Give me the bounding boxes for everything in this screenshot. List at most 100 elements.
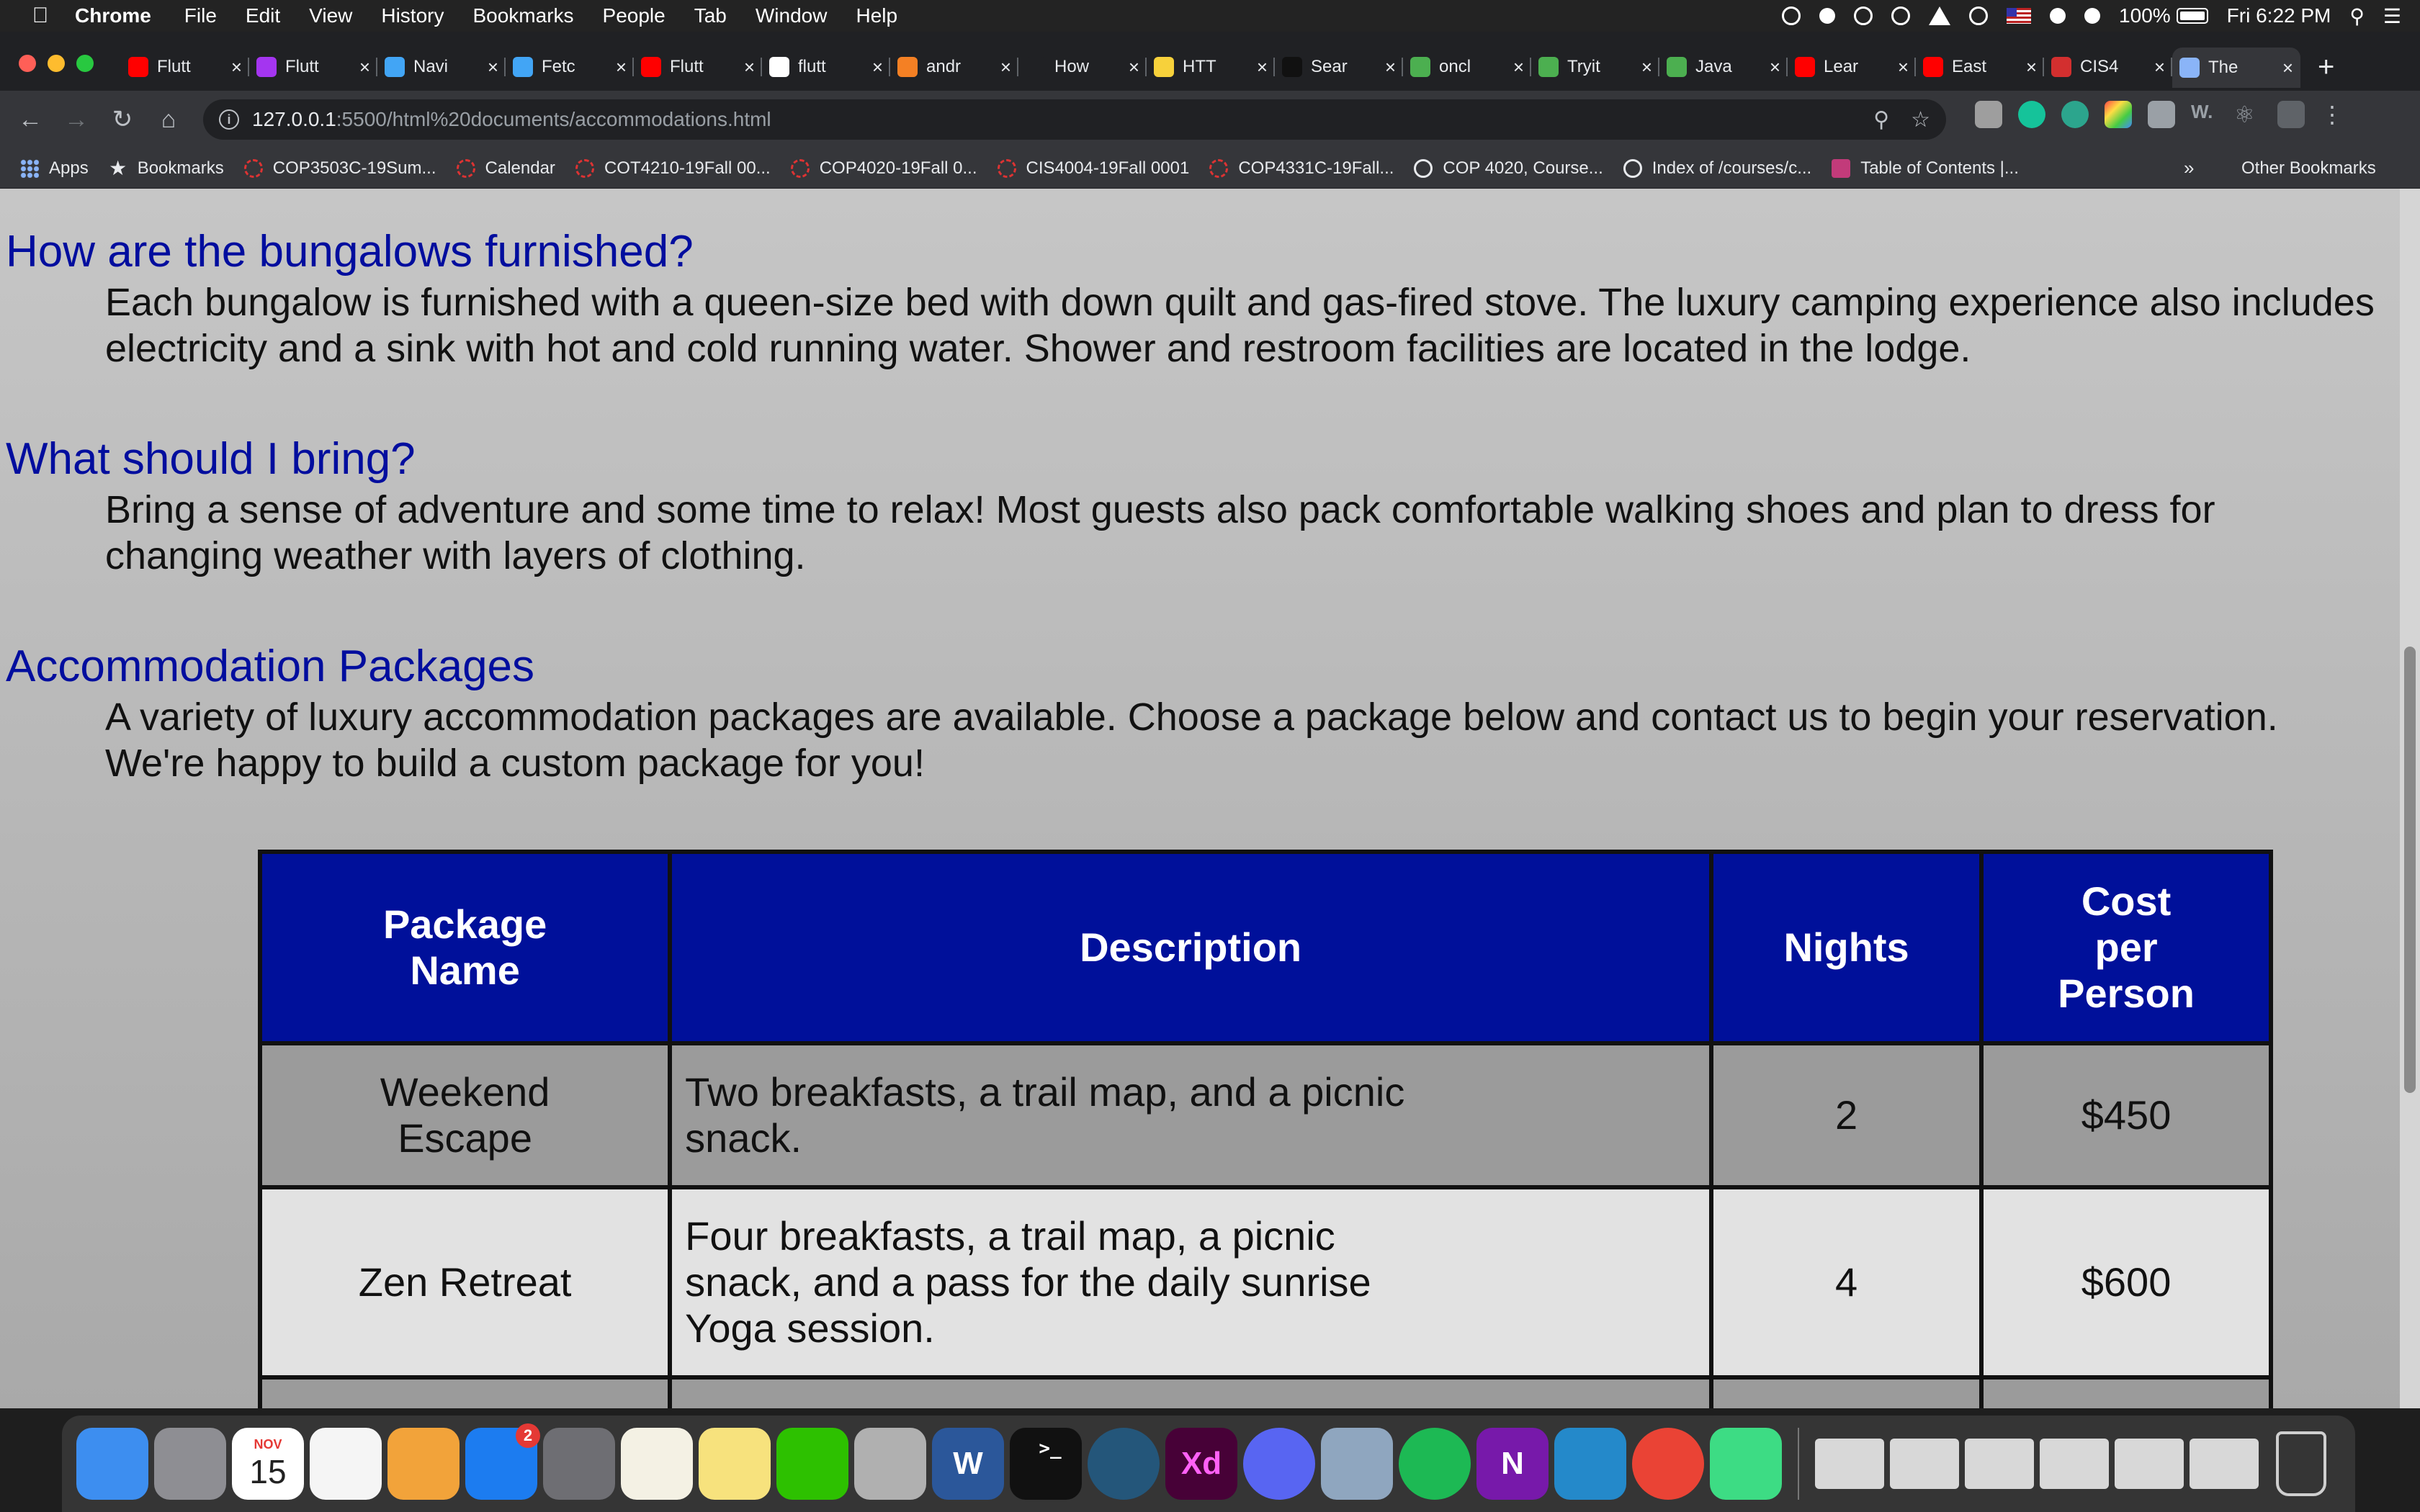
battery-status[interactable]: 100% [2119, 4, 2208, 27]
chrome-icon[interactable] [1632, 1428, 1704, 1500]
photos-icon[interactable] [387, 1428, 460, 1500]
do-not-disturb-icon[interactable] [1969, 6, 1989, 25]
bookmark-item[interactable]: COP 4020, Course... [1414, 158, 1603, 179]
minimized-window-2-icon[interactable] [1890, 1439, 1959, 1489]
bookmark-item[interactable]: Apps [20, 158, 89, 179]
bookmark-item[interactable]: COP4020-19Fall 0... [790, 158, 977, 179]
system-preferences-icon[interactable] [543, 1428, 615, 1500]
bluetooth-icon[interactable] [2050, 8, 2066, 24]
bookmark-item[interactable]: COP3503C-19Sum... [243, 158, 436, 179]
address-bar[interactable]: i 127.0.0.1:5500/html%20documents/accomm… [203, 99, 1946, 140]
drive-extension-icon[interactable] [2148, 101, 2175, 128]
minimize-window-button[interactable] [48, 55, 65, 72]
input-source-flag-icon[interactable] [2007, 8, 2032, 24]
other-bookmarks[interactable]: Other Bookmarks [2230, 158, 2376, 179]
home-icon[interactable]: ⌂ [153, 104, 184, 135]
menu-view[interactable]: View [309, 4, 352, 27]
preview-icon[interactable] [854, 1428, 926, 1500]
minimized-window-4-icon[interactable] [2040, 1439, 2109, 1489]
close-tab-icon[interactable]: × [1513, 56, 1524, 78]
close-tab-icon[interactable]: × [2154, 56, 2165, 78]
close-tab-icon[interactable]: × [1385, 56, 1396, 78]
browser-tab[interactable]: CIS4 × [2044, 50, 2172, 84]
w-extension-icon[interactable]: W. [2191, 101, 2218, 128]
close-tab-icon[interactable]: × [1257, 56, 1268, 78]
bookmark-item[interactable]: Calendar [456, 158, 555, 179]
close-tab-icon[interactable]: × [1770, 56, 1780, 78]
menu-help[interactable]: Help [856, 4, 897, 27]
browser-tab[interactable]: Navi × [377, 50, 506, 84]
profile-icon[interactable] [2277, 101, 2305, 128]
browser-tab[interactable]: East × [1916, 50, 2044, 84]
bookmark-item[interactable]: Table of Contents |... [1832, 158, 2019, 179]
browser-tab[interactable]: oncl × [1403, 50, 1531, 84]
stickies-icon[interactable] [699, 1428, 771, 1500]
close-tab-icon[interactable]: × [2282, 57, 2293, 79]
browser-tab[interactable]: flutt × [762, 50, 890, 84]
close-tab-icon[interactable]: × [1641, 56, 1652, 78]
close-window-button[interactable] [19, 55, 36, 72]
creative-cloud-icon[interactable] [1782, 6, 1801, 25]
close-tab-icon[interactable]: × [2026, 56, 2037, 78]
close-tab-icon[interactable]: × [231, 56, 242, 78]
browser-tab[interactable]: Flutt × [634, 50, 762, 84]
close-tab-icon[interactable]: × [1000, 56, 1011, 78]
terminal-icon[interactable]: >_ [1010, 1428, 1082, 1500]
new-tab-button[interactable]: + [2318, 50, 2334, 84]
menu-history[interactable]: History [381, 4, 444, 27]
menu-bookmarks[interactable]: Bookmarks [472, 4, 573, 27]
image-capture-icon[interactable] [1321, 1428, 1393, 1500]
forward-icon[interactable]: → [60, 104, 92, 135]
minimized-window-1-icon[interactable] [1815, 1439, 1884, 1489]
extension-1-icon[interactable] [1975, 101, 2002, 128]
textedit-icon[interactable] [621, 1428, 693, 1500]
close-tab-icon[interactable]: × [744, 56, 755, 78]
close-tab-icon[interactable]: × [1129, 56, 1139, 78]
settings-status-icon[interactable] [1891, 6, 1911, 25]
bookmark-item[interactable]: COP4331C-19Fall... [1209, 158, 1394, 179]
extension-badge-icon[interactable] [2061, 101, 2089, 128]
close-tab-icon[interactable]: × [872, 56, 883, 78]
site-info-icon[interactable]: i [219, 109, 239, 130]
notification-center-icon[interactable]: ☰ [2383, 4, 2401, 28]
trash-icon[interactable] [2276, 1431, 2326, 1496]
reload-icon[interactable]: ↻ [107, 104, 138, 135]
browser-tab[interactable]: How × [1018, 50, 1147, 84]
back-icon[interactable]: ← [14, 104, 46, 135]
browser-tab[interactable]: andr × [890, 50, 1018, 84]
chrome-menu-icon[interactable]: ⋮ [2321, 101, 2344, 128]
bookmark-item[interactable]: ★ Bookmarks [109, 158, 224, 179]
menu-edit[interactable]: Edit [246, 4, 280, 27]
page-scrollbar[interactable] [2400, 189, 2420, 1408]
browser-tab[interactable]: Fetc × [506, 50, 634, 84]
google-drive-icon[interactable] [1929, 6, 1951, 25]
browser-tab[interactable]: Tryit × [1531, 50, 1659, 84]
vscode-icon[interactable] [1554, 1428, 1626, 1500]
zoom-window-button[interactable] [76, 55, 94, 72]
browser-tab[interactable]: The × [2172, 48, 2300, 88]
wifi-icon[interactable] [2084, 8, 2101, 24]
calendar-icon[interactable]: NOV 15 [232, 1428, 304, 1500]
browser-tab[interactable]: Flutt × [121, 50, 249, 84]
zoom-icon[interactable]: ⚲ [1873, 107, 1889, 132]
launchpad-icon[interactable] [154, 1428, 226, 1500]
spotlight-icon[interactable]: ⚲ [2349, 4, 2365, 28]
adobe-xd-icon[interactable]: Xd [1165, 1428, 1237, 1500]
menu-clock[interactable]: Fri 6:22 PM [2227, 4, 2331, 27]
browser-tab[interactable]: Lear × [1788, 50, 1916, 84]
quicktime-icon[interactable] [1088, 1428, 1160, 1500]
cc-sync-icon[interactable] [1854, 6, 1873, 25]
menu-people[interactable]: People [603, 4, 666, 27]
menu-window[interactable]: Window [756, 4, 828, 27]
menu-app-name[interactable]: Chrome [75, 4, 151, 27]
close-tab-icon[interactable]: × [488, 56, 498, 78]
discord-icon[interactable] [1243, 1428, 1315, 1500]
bookmark-star-icon[interactable]: ☆ [1911, 107, 1930, 132]
bookmark-item[interactable]: Index of /courses/c... [1623, 158, 1811, 179]
browser-tab[interactable]: Sear × [1275, 50, 1403, 84]
browser-tab[interactable]: Flutt × [249, 50, 377, 84]
word-icon[interactable]: W [932, 1428, 1004, 1500]
bookmark-item[interactable]: COT4210-19Fall 00... [575, 158, 771, 179]
app-store-icon[interactable]: 2 [465, 1423, 540, 1500]
browser-tab[interactable]: Java × [1659, 50, 1788, 84]
